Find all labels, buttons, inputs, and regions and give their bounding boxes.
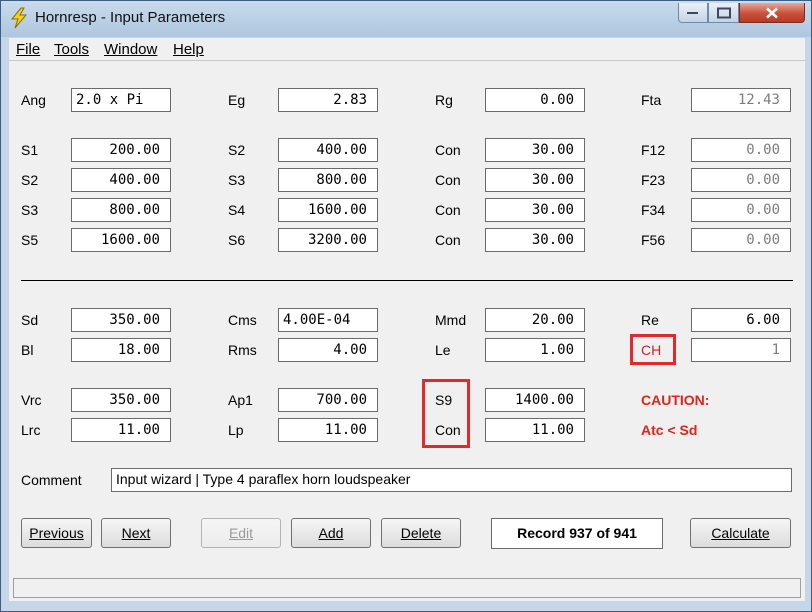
field-s1[interactable]: 200.00 — [71, 138, 171, 162]
title-bar[interactable]: Hornresp - Input Parameters — [1, 1, 811, 37]
field-rg[interactable]: 0.00 — [485, 88, 585, 112]
label-s3: S3 — [228, 172, 246, 188]
field-s2[interactable]: 400.00 — [278, 138, 378, 162]
next-button[interactable]: Next — [101, 518, 171, 548]
field-s2b[interactable]: 400.00 — [71, 168, 171, 192]
field-f34: 0.00 — [691, 198, 791, 222]
field-s4[interactable]: 1600.00 — [278, 198, 378, 222]
label-lp: Lp — [228, 422, 244, 438]
label-con-4: Con — [435, 232, 461, 248]
maximize-icon — [716, 7, 731, 18]
label-f12: F12 — [641, 142, 666, 158]
previous-button[interactable]: Previous — [21, 518, 92, 548]
label-s3b: S3 — [21, 202, 39, 218]
field-con-5[interactable]: 11.00 — [485, 418, 585, 442]
minimize-button[interactable] — [678, 3, 708, 23]
field-fta: 12.43 — [691, 88, 791, 112]
label-con-5: Con — [435, 422, 461, 438]
app-window: Hornresp - Input Parameters File Tools W… — [0, 0, 812, 612]
field-ang[interactable]: 2.0 x Pi — [71, 88, 171, 112]
label-s5: S5 — [21, 232, 39, 248]
label-f56: F56 — [641, 232, 666, 248]
label-rg: Rg — [435, 92, 453, 108]
comment-field[interactable]: Input wizard | Type 4 paraflex horn loud… — [111, 468, 792, 492]
field-s3[interactable]: 800.00 — [278, 168, 378, 192]
close-icon — [766, 7, 778, 18]
menu-file[interactable]: File — [16, 41, 40, 58]
section-divider — [21, 280, 793, 281]
field-s9[interactable]: 1400.00 — [485, 388, 585, 412]
field-rms[interactable]: 4.00 — [278, 338, 378, 362]
label-s2: S2 — [228, 142, 246, 158]
label-vrc: Vrc — [21, 392, 42, 408]
label-con-3: Con — [435, 202, 461, 218]
label-lrc: Lrc — [21, 422, 41, 438]
label-cms: Cms — [228, 312, 257, 328]
close-button[interactable] — [739, 3, 805, 23]
field-s5[interactable]: 1600.00 — [71, 228, 171, 252]
label-mmd: Mmd — [435, 312, 467, 328]
input-parameters-panel: Ang 2.0 x Pi Eg 2.83 Rg 0.00 Fta 12.43 S… — [9, 60, 805, 601]
label-f34: F34 — [641, 202, 666, 218]
caution-message: Atc < Sd — [641, 422, 698, 438]
field-ch: 1 — [691, 338, 791, 362]
label-s2b: S2 — [21, 172, 39, 188]
edit-button: Edit — [201, 518, 281, 548]
label-comment: Comment — [21, 472, 82, 488]
record-indicator: Record 937 of 941 — [491, 518, 663, 549]
field-f56: 0.00 — [691, 228, 791, 252]
field-lp[interactable]: 11.00 — [278, 418, 378, 442]
field-ap1[interactable]: 700.00 — [278, 388, 378, 412]
menu-window[interactable]: Window — [104, 41, 157, 58]
label-re: Re — [641, 312, 659, 328]
delete-button[interactable]: Delete — [381, 518, 461, 548]
field-f12: 0.00 — [691, 138, 791, 162]
label-fta: Fta — [641, 92, 662, 108]
add-button[interactable]: Add — [291, 518, 371, 548]
field-f23: 0.00 — [691, 168, 791, 192]
label-eg: Eg — [228, 92, 246, 108]
label-s4: S4 — [228, 202, 246, 218]
label-sd: Sd — [21, 312, 39, 328]
label-ap1: Ap1 — [228, 392, 253, 408]
field-sd[interactable]: 350.00 — [71, 308, 171, 332]
label-con-2: Con — [435, 172, 461, 188]
menu-bar: File Tools Window Help — [9, 38, 805, 60]
label-con-1: Con — [435, 142, 461, 158]
caution-title: CAUTION: — [641, 392, 710, 408]
field-con-3[interactable]: 30.00 — [485, 198, 585, 222]
label-le: Le — [435, 342, 451, 358]
label-bl: Bl — [21, 342, 34, 358]
field-cms[interactable]: 4.00E-04 — [278, 308, 378, 332]
lightning-bolt-icon — [10, 7, 28, 29]
label-s9: S9 — [435, 392, 453, 408]
field-vrc[interactable]: 350.00 — [71, 388, 171, 412]
minimize-icon — [687, 11, 698, 14]
calculate-button[interactable]: Calculate — [690, 518, 791, 548]
field-s6[interactable]: 3200.00 — [278, 228, 378, 252]
field-le[interactable]: 1.00 — [485, 338, 585, 362]
field-bl[interactable]: 18.00 — [71, 338, 171, 362]
field-re[interactable]: 6.00 — [691, 308, 791, 332]
label-ch: CH — [641, 342, 662, 358]
label-s1: S1 — [21, 142, 39, 158]
field-con-2[interactable]: 30.00 — [485, 168, 585, 192]
field-con-1[interactable]: 30.00 — [485, 138, 585, 162]
field-lrc[interactable]: 11.00 — [71, 418, 171, 442]
window-title: Hornresp - Input Parameters — [35, 9, 226, 26]
field-con-4[interactable]: 30.00 — [485, 228, 585, 252]
menu-help[interactable]: Help — [173, 41, 204, 58]
label-s6: S6 — [228, 232, 246, 248]
status-bar — [13, 578, 801, 598]
label-ang: Ang — [21, 92, 46, 108]
field-s3b[interactable]: 800.00 — [71, 198, 171, 222]
menu-tools[interactable]: Tools — [54, 41, 89, 58]
label-f23: F23 — [641, 172, 666, 188]
label-rms: Rms — [228, 342, 257, 358]
field-mmd[interactable]: 20.00 — [485, 308, 585, 332]
field-eg[interactable]: 2.83 — [278, 88, 378, 112]
maximize-button[interactable] — [708, 3, 739, 23]
